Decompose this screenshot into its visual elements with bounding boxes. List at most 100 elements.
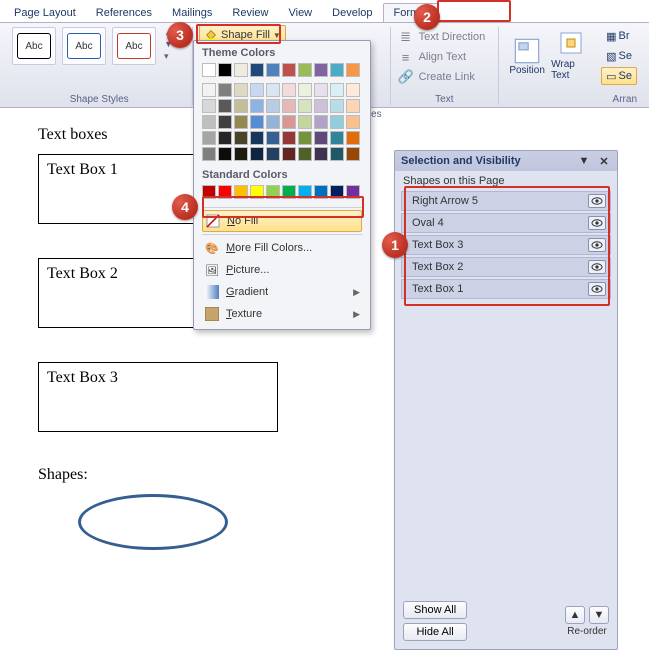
- reorder-up-button[interactable]: ▲: [565, 606, 585, 624]
- create-link-button[interactable]: 🔗 Create Link: [397, 67, 493, 87]
- color-swatch[interactable]: [282, 99, 296, 113]
- shape-style-sample-3[interactable]: Abc: [112, 27, 156, 65]
- color-swatch[interactable]: [298, 147, 312, 161]
- color-swatch[interactable]: [314, 83, 328, 97]
- color-swatch[interactable]: [346, 115, 360, 129]
- group-label-shape-styles: Shape Styles: [12, 92, 186, 105]
- color-swatch[interactable]: [266, 83, 280, 97]
- color-swatch[interactable]: [234, 83, 248, 97]
- tab-developer[interactable]: Develop: [322, 4, 382, 22]
- color-swatch[interactable]: [218, 83, 232, 97]
- shape-style-sample-2[interactable]: Abc: [62, 27, 106, 65]
- color-swatch[interactable]: [314, 131, 328, 145]
- color-swatch[interactable]: [202, 63, 216, 77]
- pane-menu-icon[interactable]: ▼: [577, 154, 591, 168]
- color-swatch[interactable]: [314, 99, 328, 113]
- color-swatch[interactable]: [250, 99, 264, 113]
- color-swatch[interactable]: [330, 99, 344, 113]
- color-swatch[interactable]: [218, 115, 232, 129]
- color-swatch[interactable]: [282, 147, 296, 161]
- gradient-fill-item[interactable]: Gradient ▶: [198, 281, 366, 303]
- texture-fill-item[interactable]: Texture ▶: [198, 303, 366, 325]
- color-swatch[interactable]: [314, 63, 328, 77]
- color-swatch[interactable]: [266, 99, 280, 113]
- gradient-icon: [204, 284, 220, 300]
- picture-fill-item[interactable]: 🖼 Picture...: [198, 259, 366, 281]
- color-swatch[interactable]: [330, 147, 344, 161]
- color-swatch[interactable]: [298, 99, 312, 113]
- color-swatch[interactable]: [234, 115, 248, 129]
- color-swatch[interactable]: [298, 115, 312, 129]
- text-direction-button[interactable]: ≣ Text Direction: [397, 27, 493, 47]
- color-swatch[interactable]: [330, 115, 344, 129]
- color-swatch[interactable]: [330, 63, 344, 77]
- wrap-text-button[interactable]: Wrap Text: [551, 27, 595, 85]
- align-text-icon: ≡: [397, 48, 415, 66]
- color-swatch[interactable]: [234, 131, 248, 145]
- tab-page-layout[interactable]: Page Layout: [4, 4, 86, 22]
- color-swatch[interactable]: [250, 63, 264, 77]
- color-swatch[interactable]: [250, 115, 264, 129]
- oval-shape[interactable]: [78, 494, 228, 550]
- position-button[interactable]: Position: [505, 27, 549, 85]
- color-swatch[interactable]: [266, 63, 280, 77]
- color-swatch[interactable]: [346, 83, 360, 97]
- tab-review[interactable]: Review: [222, 4, 278, 22]
- color-swatch[interactable]: [314, 147, 328, 161]
- color-swatch[interactable]: [330, 83, 344, 97]
- show-all-button[interactable]: Show All: [403, 601, 467, 619]
- color-swatch[interactable]: [202, 115, 216, 129]
- selection-pane-button[interactable]: ▭Se: [601, 67, 637, 85]
- hide-all-button[interactable]: Hide All: [403, 623, 467, 641]
- tab-mailings[interactable]: Mailings: [162, 4, 222, 22]
- color-swatch[interactable]: [218, 63, 232, 77]
- color-swatch[interactable]: [298, 131, 312, 145]
- align-text-button[interactable]: ≡ Align Text: [397, 47, 493, 67]
- submenu-arrow-icon: ▶: [353, 309, 360, 320]
- color-swatch[interactable]: [298, 63, 312, 77]
- color-swatch[interactable]: [282, 63, 296, 77]
- color-swatch[interactable]: [202, 147, 216, 161]
- color-swatch[interactable]: [234, 147, 248, 161]
- color-swatch[interactable]: [282, 131, 296, 145]
- more-fill-colors-item[interactable]: 🎨 More Fill Colors...: [198, 237, 366, 259]
- tab-view[interactable]: View: [278, 4, 322, 22]
- color-swatch[interactable]: [250, 83, 264, 97]
- gallery-more-icon[interactable]: ▾: [164, 51, 173, 62]
- color-swatch[interactable]: [202, 83, 216, 97]
- color-swatch[interactable]: [346, 99, 360, 113]
- selection-pane-titlebar: Selection and Visibility ▼ ✕: [395, 151, 617, 171]
- shape-style-sample-1[interactable]: Abc: [12, 27, 56, 65]
- send-backward-button[interactable]: ▧Se: [601, 47, 637, 65]
- group-arrange: Position Wrap Text ▦Br ▧Se ▭Se Arran: [499, 27, 643, 105]
- color-swatch[interactable]: [202, 131, 216, 145]
- color-swatch[interactable]: [234, 63, 248, 77]
- color-swatch[interactable]: [266, 131, 280, 145]
- color-swatch[interactable]: [314, 115, 328, 129]
- color-swatch[interactable]: [234, 99, 248, 113]
- color-swatch[interactable]: [266, 147, 280, 161]
- color-swatch[interactable]: [282, 83, 296, 97]
- bring-forward-button[interactable]: ▦Br: [601, 27, 637, 45]
- color-swatch[interactable]: [218, 99, 232, 113]
- color-swatch[interactable]: [218, 147, 232, 161]
- create-link-label: Create Link: [419, 71, 475, 83]
- color-swatch[interactable]: [218, 131, 232, 145]
- color-swatch[interactable]: [298, 83, 312, 97]
- color-swatch[interactable]: [282, 115, 296, 129]
- tab-references[interactable]: References: [86, 4, 162, 22]
- text-direction-label: Text Direction: [419, 31, 486, 43]
- pane-bottom-controls: Show All Hide All ▲ ▼ Re-order: [395, 595, 617, 649]
- color-swatch[interactable]: [202, 99, 216, 113]
- callout-2: 2: [414, 4, 440, 30]
- reorder-down-button[interactable]: ▼: [589, 606, 609, 624]
- close-icon[interactable]: ✕: [597, 154, 611, 168]
- color-swatch[interactable]: [346, 147, 360, 161]
- color-swatch[interactable]: [250, 131, 264, 145]
- text-box-3[interactable]: Text Box 3: [38, 362, 278, 432]
- color-swatch[interactable]: [266, 115, 280, 129]
- color-swatch[interactable]: [250, 147, 264, 161]
- color-swatch[interactable]: [346, 131, 360, 145]
- color-swatch[interactable]: [330, 131, 344, 145]
- color-swatch[interactable]: [346, 63, 360, 77]
